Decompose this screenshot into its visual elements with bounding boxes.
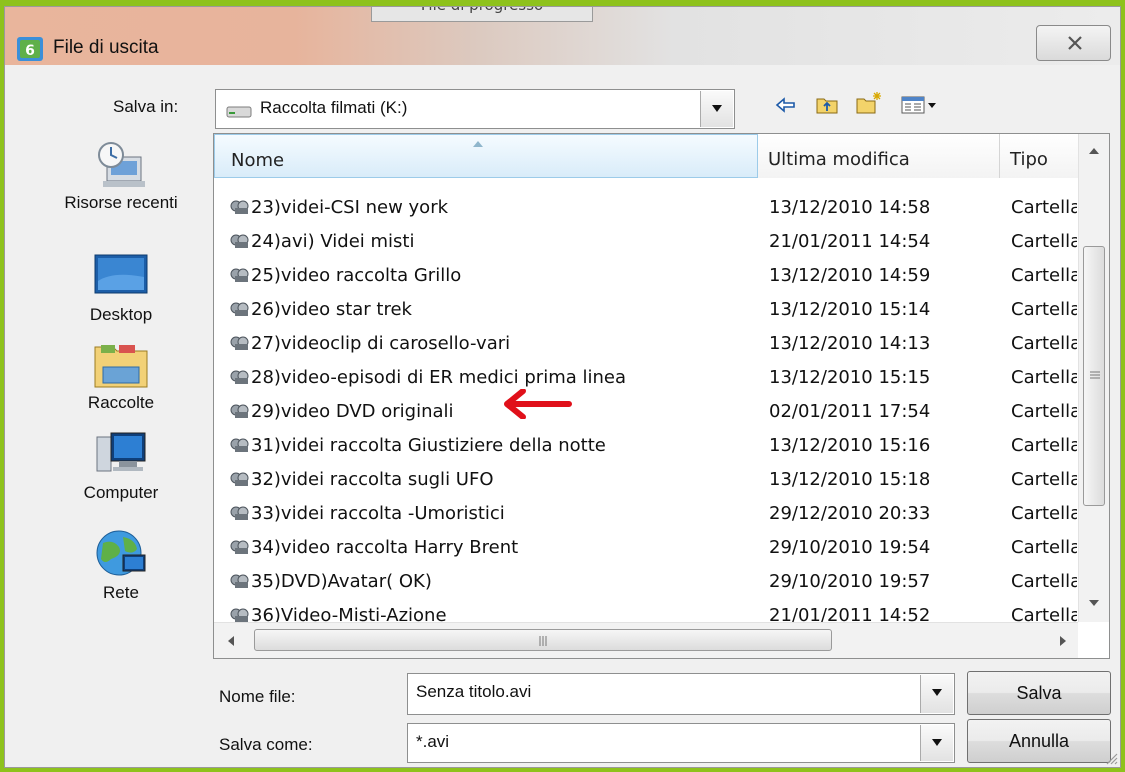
vertical-scrollbar[interactable] xyxy=(1078,134,1109,622)
list-item[interactable]: 31)videi raccolta Giustiziere della nott… xyxy=(214,428,1077,462)
file-list[interactable]: Nome Ultima modifica Tipo 23)videi-CSI n… xyxy=(213,133,1110,659)
place-network[interactable]: Rete xyxy=(33,529,209,603)
filename-dropdown-button[interactable] xyxy=(920,675,953,713)
folder-video-icon xyxy=(230,268,249,282)
list-item-highlighted[interactable]: 29)video DVD originali 02/01/2011 17:54 Ca… xyxy=(214,394,1077,428)
close-icon xyxy=(1068,36,1082,50)
column-header-name[interactable]: Nome xyxy=(214,134,758,178)
back-arrow-icon[interactable] xyxy=(775,95,797,115)
place-desktop[interactable]: Desktop xyxy=(33,251,209,325)
folder-video-icon xyxy=(230,506,249,520)
desktop-icon xyxy=(94,254,148,294)
horizontal-scroll-thumb[interactable] xyxy=(254,629,832,651)
computer-icon xyxy=(96,432,146,472)
new-folder-icon[interactable] xyxy=(855,91,883,115)
list-item[interactable]: 32)videi raccolta sugli UFO 13/12/2010 15… xyxy=(214,462,1077,496)
grip-icon xyxy=(539,636,547,646)
list-item[interactable]: 27)videoclip di carosello-vari 13/12/2010… xyxy=(214,326,1077,360)
place-libraries[interactable]: Raccolte xyxy=(33,339,209,413)
place-label: Risorse recenti xyxy=(64,193,178,212)
folder-video-icon xyxy=(230,608,249,622)
folder-video-icon xyxy=(230,574,249,588)
app-logo-icon: 6 xyxy=(17,37,43,61)
title-bar[interactable]: File di progresso 6 File di uscita xyxy=(5,7,1120,65)
location-value: Raccolta filmati (K:) xyxy=(260,98,408,117)
filename-combo[interactable]: Senza titolo.avi xyxy=(407,673,955,715)
cancel-button[interactable]: Annulla xyxy=(967,719,1111,763)
scroll-left-icon[interactable] xyxy=(228,636,234,646)
up-folder-icon[interactable] xyxy=(815,95,839,115)
list-item[interactable]: 24)avi) Videi misti 21/01/2011 14:54 Carte… xyxy=(214,224,1077,258)
place-recent[interactable]: Risorse recenti xyxy=(33,139,209,213)
column-header-type[interactable]: Tipo xyxy=(1000,134,1078,178)
location-combo[interactable]: Raccolta filmati (K:) xyxy=(215,89,735,129)
filename-label: Nome file: xyxy=(219,687,296,706)
filename-input[interactable]: Senza titolo.avi xyxy=(416,682,531,702)
list-item[interactable]: 35)DVD)Avatar( OK) 29/10/2010 19:57 Cartel… xyxy=(214,564,1077,598)
list-item[interactable]: 34)video raccolta Harry Brent 29/10/2010 … xyxy=(214,530,1077,564)
svg-text:6: 6 xyxy=(25,43,35,59)
place-label: Raccolte xyxy=(87,393,155,412)
libraries-icon xyxy=(94,345,148,388)
folder-video-icon xyxy=(230,540,249,554)
save-type-combo[interactable]: *.avi xyxy=(407,723,955,763)
place-computer[interactable]: Computer xyxy=(33,429,209,503)
save-button[interactable]: Salva xyxy=(967,671,1111,715)
recent-places-icon xyxy=(98,142,145,187)
place-label: Rete xyxy=(103,583,139,602)
grip-icon xyxy=(1090,371,1100,379)
list-item[interactable]: 33)videi raccolta -Umoristici 29/12/2010 … xyxy=(214,496,1077,530)
folder-video-icon xyxy=(230,200,249,214)
sort-ascending-icon xyxy=(473,141,483,147)
list-item[interactable]: 28)video-episodi di ER medici prima line… xyxy=(214,360,1077,394)
scroll-right-icon[interactable] xyxy=(1060,636,1066,646)
location-dropdown-button[interactable] xyxy=(700,91,733,127)
save-type-dropdown-button[interactable] xyxy=(920,725,953,761)
column-header-modified[interactable]: Ultima modifica xyxy=(758,134,1000,178)
place-label: Computer xyxy=(83,483,159,502)
place-label: Desktop xyxy=(89,305,153,324)
background-window-tab: File di progresso xyxy=(371,7,593,22)
red-pointer-arrow-icon xyxy=(504,389,572,419)
scroll-up-icon[interactable] xyxy=(1089,148,1099,154)
folder-video-icon xyxy=(230,404,249,418)
save-type-value: *.avi xyxy=(416,732,450,751)
folder-video-icon xyxy=(230,370,249,384)
save-dialog: File di progresso 6 File di uscita Salva… xyxy=(4,6,1121,768)
folder-video-icon xyxy=(230,438,249,452)
scroll-down-icon[interactable] xyxy=(1089,600,1099,606)
horizontal-scrollbar[interactable] xyxy=(214,622,1078,658)
close-button[interactable] xyxy=(1036,25,1111,61)
folder-video-icon xyxy=(230,336,249,350)
view-menu-icon[interactable] xyxy=(901,95,939,115)
list-item[interactable]: 26)video star trek 13/12/2010 15:14 Cartel… xyxy=(214,292,1077,326)
resize-grip-icon[interactable] xyxy=(1104,751,1118,765)
list-item[interactable]: 25)video raccolta Grillo 13/12/2010 14:59… xyxy=(214,258,1077,292)
folder-video-icon xyxy=(230,302,249,316)
save-type-label: Salva come: xyxy=(219,735,313,754)
folder-video-icon xyxy=(230,234,249,248)
vertical-scroll-thumb[interactable] xyxy=(1083,246,1105,506)
save-in-label: Salva in: xyxy=(113,97,179,116)
network-icon xyxy=(96,530,146,576)
window-title: File di uscita xyxy=(53,37,159,58)
list-item[interactable]: 23)videi-CSI new york 13/12/2010 14:58 Car… xyxy=(214,190,1077,224)
folder-video-icon xyxy=(230,472,249,486)
drive-icon xyxy=(226,106,252,118)
